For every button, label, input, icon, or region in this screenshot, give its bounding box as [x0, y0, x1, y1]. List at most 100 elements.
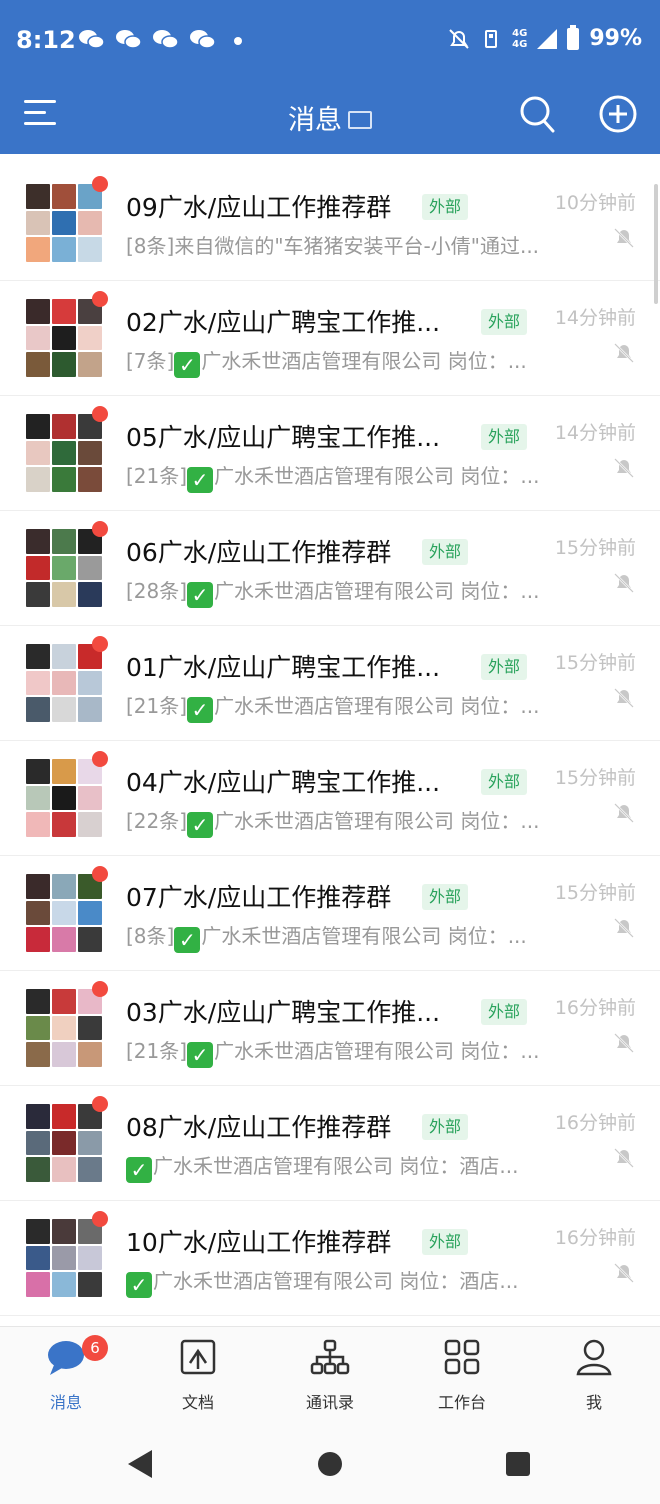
vibrate-icon — [485, 29, 498, 48]
page-title: 消息 — [0, 98, 660, 137]
back-icon[interactable] — [128, 1450, 152, 1478]
chat-preview: [28条] ✓ 广水禾世酒店管理有限公司 岗位：... — [126, 575, 566, 608]
chat-preview: [7条] ✓ 广水禾世酒店管理有限公司 岗位：... — [126, 345, 566, 378]
group-avatar — [26, 299, 102, 377]
external-badge: 外部 — [422, 194, 469, 220]
unread-dot — [92, 751, 108, 767]
chat-name: 09广水/应山工作推荐群 — [126, 193, 392, 222]
tab-docs[interactable]: 文档 — [148, 1337, 248, 1413]
chat-list-item[interactable]: 06广水/应山工作推荐群 外部 15分钟前 [28条] ✓ 广水禾世酒店管理有限公司… — [0, 511, 660, 626]
check-icon: ✓ — [187, 1042, 214, 1068]
chat-time: 10分钟前 — [554, 192, 636, 214]
chat-name: 07广水/应山工作推荐群 — [126, 883, 392, 912]
chat-preview: [21条] ✓ 广水禾世酒店管理有限公司 岗位：... — [126, 460, 566, 493]
signal-icon — [537, 28, 558, 49]
wechat-icon — [79, 30, 104, 49]
chat-list-item[interactable]: 02广水/应山广聘宝工作推... 外部 14分钟前 [7条] ✓ 广水禾世酒店管理有… — [0, 281, 660, 396]
group-avatar — [26, 184, 102, 262]
chat-time: 15分钟前 — [554, 652, 636, 674]
group-avatar — [26, 874, 102, 952]
search-icon[interactable] — [518, 92, 556, 136]
unread-dot — [92, 636, 108, 652]
chat-name: 06广水/应山工作推荐群 — [126, 538, 392, 567]
unread-dot — [92, 521, 108, 537]
tab-label: 工作台 — [437, 1393, 486, 1412]
chat-time: 14分钟前 — [554, 307, 636, 329]
document-icon — [180, 1339, 216, 1375]
tab-label: 消息 — [49, 1393, 82, 1412]
status-indicators: 4G 4G 99% — [448, 24, 642, 51]
message-count: [8条] — [126, 234, 175, 258]
tab-contacts[interactable]: 通讯录 — [280, 1337, 380, 1413]
mute-icon — [614, 688, 634, 708]
chat-list-item[interactable]: 07广水/应山工作推荐群 外部 15分钟前 [8条] ✓ 广水禾世酒店管理有限公司 … — [0, 856, 660, 971]
chat-name: 03广水/应山广聘宝工作推... — [126, 998, 441, 1027]
message-count: [21条] — [126, 694, 188, 718]
preview-text: 广水禾世酒店管理有限公司 岗位：酒店... — [153, 1154, 519, 1178]
chat-time: 15分钟前 — [554, 882, 636, 904]
person-icon — [576, 1339, 612, 1376]
chat-list-item[interactable]: 01广水/应山广聘宝工作推... 外部 15分钟前 [21条] ✓ 广水禾世酒店管理… — [0, 626, 660, 741]
chat-list-item[interactable]: 05广水/应山广聘宝工作推... 外部 14分钟前 [21条] ✓ 广水禾世酒店管理… — [0, 396, 660, 511]
bell-off-icon — [449, 28, 469, 49]
preview-text: 广水禾世酒店管理有限公司 岗位：... — [214, 1039, 540, 1063]
chat-list[interactable]: 09广水/应山工作推荐群 外部 10分钟前 [8条]来自微信的"车猪猪安装平台-… — [0, 166, 660, 1326]
external-badge: 外部 — [481, 654, 528, 680]
preview-text: 广水禾世酒店管理有限公司 岗位：... — [214, 694, 540, 718]
preview-text: 来自微信的"车猪猪安装平台-小倩"通过... — [174, 234, 540, 258]
preview-text: 广水禾世酒店管理有限公司 岗位：... — [214, 579, 540, 603]
wechat-icon — [190, 30, 215, 49]
check-icon: ✓ — [126, 1272, 152, 1298]
chat-preview: [21条] ✓ 广水禾世酒店管理有限公司 岗位：... — [126, 690, 566, 723]
chat-list-item[interactable]: 03广水/应山广聘宝工作推... 外部 16分钟前 [21条] ✓ 广水禾世酒店管理… — [0, 971, 660, 1086]
mute-icon — [614, 1033, 634, 1053]
add-icon[interactable] — [598, 94, 638, 134]
chat-time: 16分钟前 — [554, 997, 636, 1019]
external-badge: 外部 — [481, 769, 528, 795]
scrollbar[interactable] — [654, 184, 658, 304]
tab-label: 文档 — [181, 1393, 214, 1412]
chat-list-item[interactable] — [0, 1316, 660, 1326]
unread-dot — [92, 406, 108, 422]
chat-name: 08广水/应山工作推荐群 — [126, 1113, 392, 1142]
home-icon[interactable] — [318, 1452, 342, 1476]
group-avatar — [26, 644, 102, 722]
chat-time: 14分钟前 — [554, 422, 636, 444]
network-type: 4G 4G — [512, 27, 528, 50]
recents-icon[interactable] — [506, 1452, 530, 1476]
mute-icon — [614, 343, 634, 363]
chat-time: 16分钟前 — [554, 1227, 636, 1249]
bottom-tab-bar: 6 消息 文档 通讯录 工作台 我 — [0, 1326, 660, 1423]
chat-list-item[interactable]: 09广水/应山工作推荐群 外部 10分钟前 [8条]来自微信的"车猪猪安装平台-… — [0, 166, 660, 281]
mute-icon — [614, 918, 634, 938]
chat-name: 01广水/应山广聘宝工作推... — [126, 653, 441, 682]
unread-dot — [92, 866, 108, 882]
check-icon: ✓ — [187, 582, 214, 608]
group-avatar — [26, 989, 102, 1067]
wechat-icon — [153, 30, 178, 49]
tab-workbench[interactable]: 工作台 — [412, 1337, 512, 1413]
tab-me[interactable]: 我 — [544, 1337, 644, 1413]
external-badge: 外部 — [422, 1114, 469, 1140]
message-count: [28条] — [126, 579, 188, 603]
mute-icon — [614, 1148, 634, 1168]
chat-list-item[interactable]: 04广水/应山广聘宝工作推... 外部 15分钟前 [22条] ✓ 广水禾世酒店管理… — [0, 741, 660, 856]
tab-messages[interactable]: 6 消息 — [16, 1335, 116, 1413]
message-count: [21条] — [126, 1039, 188, 1063]
unread-dot — [92, 1211, 108, 1227]
grid-icon — [444, 1339, 480, 1375]
check-icon: ✓ — [187, 467, 214, 493]
org-chart-icon — [310, 1339, 350, 1375]
group-avatar — [26, 1104, 102, 1182]
check-icon: ✓ — [174, 352, 201, 378]
chat-name: 04广水/应山广聘宝工作推... — [126, 768, 441, 797]
preview-text: 广水禾世酒店管理有限公司 岗位：... — [201, 349, 527, 373]
unread-dot — [92, 291, 108, 307]
notification-dot — [234, 37, 242, 45]
chat-preview: ✓ 广水禾世酒店管理有限公司 岗位：酒店... — [126, 1150, 566, 1183]
chat-list-item[interactable]: 08广水/应山工作推荐群 外部 16分钟前 ✓ 广水禾世酒店管理有限公司 岗位：酒… — [0, 1086, 660, 1201]
chat-list-item[interactable]: 10广水/应山工作推荐群 外部 16分钟前 ✓ 广水禾世酒店管理有限公司 岗位：酒… — [0, 1201, 660, 1316]
check-icon: ✓ — [126, 1157, 152, 1183]
mute-icon — [614, 573, 634, 593]
tab-label: 通讯录 — [305, 1393, 354, 1412]
